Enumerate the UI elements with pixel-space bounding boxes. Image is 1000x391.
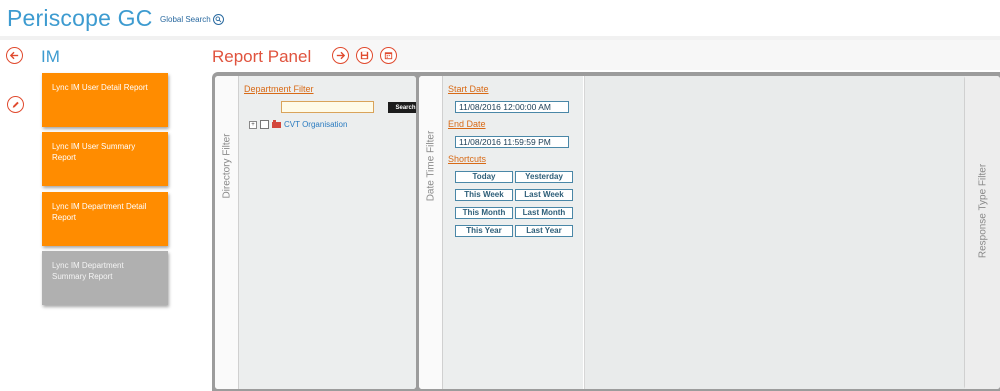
date-time-filter-blank-area (584, 76, 965, 389)
folder-icon (272, 119, 281, 128)
pencil-icon (12, 101, 19, 108)
schedule-report-button[interactable] (380, 47, 397, 64)
save-icon (360, 51, 369, 60)
expand-icon[interactable]: + (249, 120, 257, 129)
run-report-button[interactable] (332, 47, 349, 64)
arrow-right-icon (336, 51, 346, 60)
response-type-filter-tab-label[interactable]: Response Type Filter (977, 164, 988, 258)
date-time-filter-tab-label[interactable]: Date Time Filter (425, 131, 436, 202)
tree-checkbox[interactable] (260, 120, 269, 129)
shortcut-last-year-button[interactable]: Last Year (515, 225, 573, 237)
directory-filter-content: Department Filter Search + CVT Organisat… (239, 76, 416, 389)
app-title: Periscope GC (7, 5, 153, 31)
report-card-department-summary[interactable]: Lync IM Department Summary Report (42, 251, 168, 305)
date-time-filter-tab[interactable]: Date Time Filter (419, 76, 443, 389)
shortcut-yesterday-button[interactable]: Yesterday (515, 171, 573, 183)
report-panel: Directory Filter Department Filter Searc… (212, 72, 1000, 391)
start-date-input[interactable]: 11/08/2016 12:00:00 AM (455, 101, 569, 113)
department-filter-link[interactable]: Department Filter (244, 84, 314, 94)
report-card-department-detail[interactable]: Lync IM Department Detail Report (42, 192, 168, 246)
search-button[interactable]: Search (388, 102, 416, 113)
calendar-icon (384, 52, 393, 60)
global-search-link[interactable]: Global Search (160, 14, 224, 25)
edit-button[interactable] (7, 96, 24, 113)
shortcut-this-week-button[interactable]: This Week (455, 189, 513, 201)
directory-filter-section: Directory Filter Department Filter Searc… (215, 76, 416, 389)
report-card-user-detail[interactable]: Lync IM User Detail Report (42, 73, 168, 127)
date-time-filter-content: Start Date 11/08/2016 12:00:00 AM End Da… (443, 76, 583, 389)
shortcut-this-year-button[interactable]: This Year (455, 225, 513, 237)
save-report-button[interactable] (356, 47, 373, 64)
toolbar-background (340, 40, 1000, 70)
shortcut-this-month-button[interactable]: This Month (455, 207, 513, 219)
end-date-label: End Date (448, 119, 486, 129)
module-title: IM (41, 47, 60, 66)
shortcuts-label: Shortcuts (448, 154, 487, 164)
shortcut-last-week-button[interactable]: Last Week (515, 189, 573, 201)
tree-item-organisation[interactable]: + CVT Organisation (249, 119, 347, 129)
date-time-filter-section: Date Time Filter Start Date 11/08/2016 1… (419, 76, 968, 389)
tree-item-label[interactable]: CVT Organisation (284, 120, 347, 129)
shortcut-last-month-button[interactable]: Last Month (515, 207, 573, 219)
back-button[interactable] (6, 47, 23, 64)
directory-filter-tab-label[interactable]: Directory Filter (221, 133, 232, 198)
start-date-label: Start Date (448, 84, 489, 94)
shortcut-today-button[interactable]: Today (455, 171, 513, 183)
response-type-filter-section: Response Type Filter (964, 76, 1000, 389)
report-panel-title: Report Panel (212, 47, 312, 66)
arrow-left-icon (9, 51, 19, 60)
directory-filter-tab[interactable]: Directory Filter (215, 76, 239, 389)
global-search-label[interactable]: Global Search (160, 15, 211, 24)
response-type-filter-tab[interactable]: Response Type Filter (964, 76, 1000, 389)
report-card-user-summary[interactable]: Lync IM User Summary Report (42, 132, 168, 186)
search-icon[interactable] (212, 14, 224, 25)
department-search-input[interactable] (281, 101, 374, 113)
end-date-input[interactable]: 11/08/2016 11:59:59 PM (455, 136, 569, 148)
